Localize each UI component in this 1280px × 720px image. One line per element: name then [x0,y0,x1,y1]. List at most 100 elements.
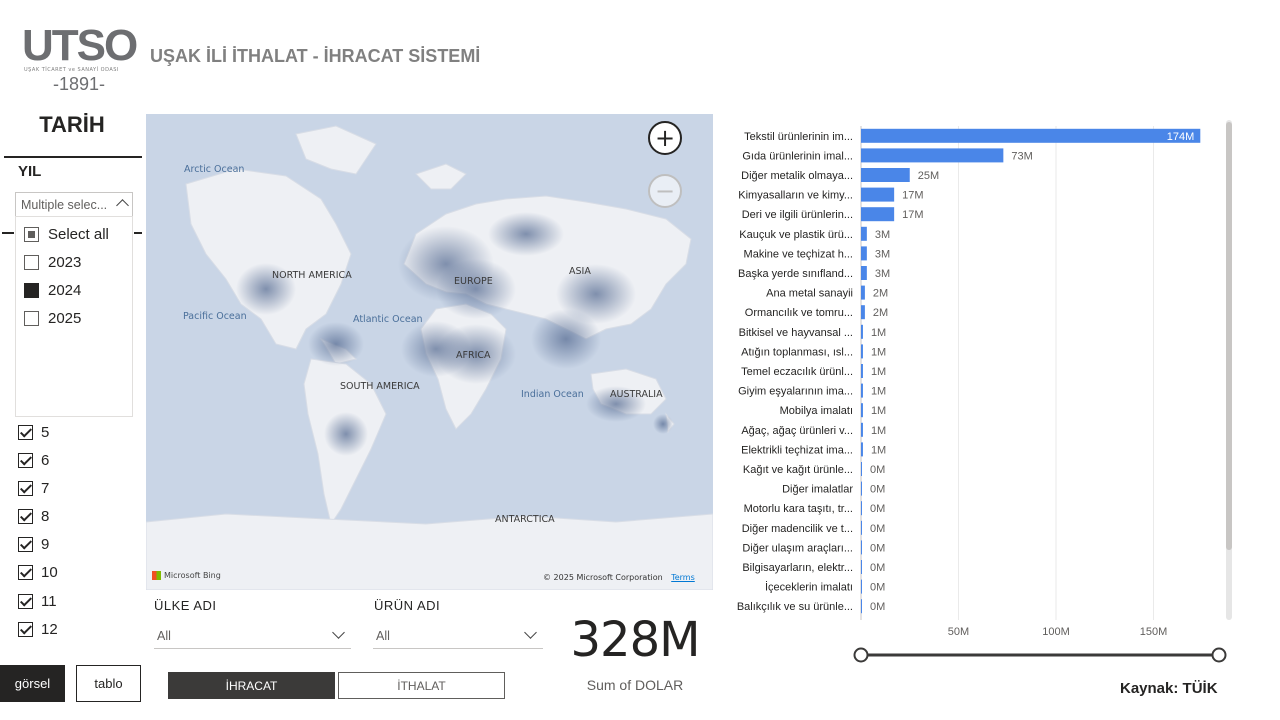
import-button[interactable]: İTHALAT [338,672,505,699]
category-label: Diğer madencilik ve t... [742,523,853,535]
bar[interactable] [861,540,862,555]
bar[interactable] [861,462,862,476]
data-label: 73M [1011,150,1032,162]
bar[interactable] [861,148,1004,163]
year-dropdown[interactable]: Multiple selec... [15,192,133,217]
year-option-2024[interactable]: 2024 [24,279,81,301]
month-item-10[interactable]: 10 [18,562,58,582]
bar[interactable] [861,442,863,457]
x-tick-label: 150M [1140,626,1168,638]
bar[interactable] [861,226,867,241]
month-item-7[interactable]: 7 [18,478,49,498]
category-label: Kimyasalların ve kimy... [738,190,853,202]
bar[interactable] [861,422,863,437]
bar[interactable] [861,266,867,280]
bar[interactable] [861,501,862,516]
bar[interactable] [861,207,895,222]
range-slider-handle-start[interactable] [853,647,869,663]
data-label: 17M [902,209,923,221]
map-label-europe: EUROPE [454,276,493,287]
check-icon[interactable] [18,564,33,580]
bar[interactable] [861,305,865,320]
check-icon[interactable] [18,508,33,524]
category-label: Ormancılık ve tomru... [745,307,853,319]
table-view-button[interactable]: tablo [76,665,141,702]
scrollbar-thumb[interactable] [1226,122,1232,550]
map-canvas [146,125,713,590]
bar[interactable] [861,520,862,535]
check-icon[interactable] [18,452,33,468]
partial-checkbox-icon[interactable] [24,226,39,242]
zoom-in-button[interactable]: + [648,121,682,155]
bar[interactable] [861,579,862,594]
bar[interactable] [861,187,895,202]
map-label-antarctica: ANTARCTICA [495,514,555,525]
month-item-6[interactable]: 6 [18,450,49,470]
month-item-5[interactable]: 5 [18,422,49,442]
checkbox-icon[interactable] [24,310,39,326]
product-filter-label: ÜRÜN ADI [374,598,441,613]
data-label: 25M [918,170,939,182]
month-label: 5 [41,423,50,441]
map-label-atlantic: Atlantic Ocean [353,314,423,325]
year-option-select-all[interactable]: Select all [24,223,109,245]
zoom-out-button[interactable]: − [648,174,682,208]
bar[interactable] [861,560,862,574]
range-slider-handle-end[interactable] [1211,647,1227,663]
world-map[interactable]: Arctic Ocean NORTH AMERICA EUROPE ASIA P… [146,114,713,590]
utso-logo: UTSO UŞAK TİCARET ve SANAYİ ODASI -1891- [20,22,138,95]
map-label-pacific: Pacific Ocean [183,311,247,322]
check-icon[interactable] [18,480,33,496]
bar[interactable] [861,246,867,261]
data-label: 0M [870,484,885,496]
bar[interactable] [861,481,862,496]
month-label: 6 [41,451,50,469]
month-label: 9 [41,535,50,553]
category-label: Balıkçılık ve su ürünle... [737,601,853,613]
bar[interactable] [861,344,863,359]
category-label: Elektrikli teçhizat ima... [741,444,853,456]
bar[interactable] [861,364,863,378]
visual-view-button[interactable]: görsel [0,665,65,702]
check-icon[interactable] [18,536,33,552]
bar[interactable] [861,168,910,182]
map-label-asia: ASIA [569,266,591,277]
bar[interactable] [861,599,862,614]
x-tick-label: 100M [1042,626,1070,638]
month-item-12[interactable]: 12 [18,619,58,639]
category-label: Bilgisayarların, elektr... [742,562,853,574]
product-filter-dropdown[interactable]: All [373,623,543,649]
bar[interactable] [861,128,1201,143]
map-label-africa: AFRICA [456,350,491,361]
page-title: UŞAK İLİ İTHALAT - İHRACAT SİSTEMİ [150,46,481,66]
year-option-2023[interactable]: 2023 [24,251,81,273]
country-filter-dropdown[interactable]: All [154,623,351,649]
checkbox-icon[interactable] [24,254,39,270]
check-icon[interactable] [18,593,33,609]
year-option-2025[interactable]: 2025 [24,307,81,329]
check-icon[interactable] [18,621,33,637]
data-label: 3M [875,229,890,241]
bar[interactable] [861,403,863,418]
checked-checkbox-icon[interactable] [24,282,39,298]
export-button[interactable]: İHRACAT [168,672,335,699]
bar[interactable] [861,324,863,339]
data-label: 0M [870,542,885,554]
month-item-8[interactable]: 8 [18,506,49,526]
month-label: 7 [41,479,50,497]
terms-link[interactable]: Terms [671,573,695,582]
chevron-up-icon [116,199,129,212]
country-filter-label: ÜLKE ADI [154,598,217,613]
check-icon[interactable] [18,424,33,440]
product-bar-chart[interactable]: 50M 100M 150M Tekstil ürünlerinin im... 174M… [726,120,1238,680]
category-label: Bitkisel ve hayvansal ... [739,327,853,339]
bar[interactable] [861,383,863,398]
month-item-9[interactable]: 9 [18,534,49,554]
data-label: 0M [870,503,885,515]
category-label: Kauçuk ve plastik ürü... [739,229,853,241]
bar[interactable] [861,285,865,300]
data-label: 1M [871,405,886,417]
map-label-australia: AUSTRALIA [610,389,663,400]
month-label: 8 [41,507,50,525]
month-item-11[interactable]: 11 [18,591,57,611]
